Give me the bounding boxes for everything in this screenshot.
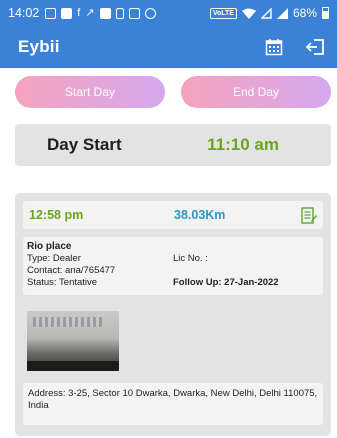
visit-time: 12:58 pm: [29, 208, 84, 222]
app-bar: Eybii: [0, 26, 337, 68]
message-notification-icon: [99, 7, 111, 19]
status-time: 14:02: [8, 6, 40, 20]
app-title: Eybii: [18, 37, 60, 56]
end-day-button[interactable]: End Day: [181, 76, 331, 108]
messenger-notification-icon: ↗: [85, 6, 95, 19]
place-name: Rio place: [27, 241, 72, 252]
system-icons: VoLTE 68%: [209, 6, 329, 20]
contact-info: Contact: ana/765477: [27, 265, 116, 276]
visit-address: Address: 3-25, Sector 10 Dwarka, Dwarka,…: [23, 383, 323, 425]
day-start-panel: Day Start 11:10 am: [15, 124, 331, 166]
license-number: Lic No. :: [173, 253, 208, 264]
place-type: Type: Dealer: [27, 253, 81, 264]
signal-outline-icon: [260, 7, 272, 19]
visit-details: Rio place Type: Dealer Lic No. : Contact…: [23, 237, 323, 295]
start-day-button[interactable]: Start Day: [15, 76, 165, 108]
mail-notification-icon: [128, 7, 140, 19]
calendar-icon[interactable]: [265, 38, 283, 56]
visit-photo[interactable]: [27, 311, 119, 371]
logout-icon[interactable]: [305, 38, 325, 56]
follow-up-date: Follow Up: 27-Jan-2022: [173, 277, 279, 288]
visit-header: 12:58 pm 38.03Km: [23, 201, 323, 229]
day-start-time: 11:10 am: [207, 135, 279, 154]
visit-card[interactable]: 12:58 pm 38.03Km Rio place Type: Dealer …: [15, 193, 331, 436]
notes-icon[interactable]: [301, 206, 317, 224]
sim-notification-icon: [115, 7, 124, 19]
battery-percent: 68%: [292, 6, 317, 20]
gallery-notification-icon: [45, 7, 57, 19]
facebook-notification-icon: f: [77, 6, 81, 19]
wifi-icon: [241, 8, 256, 19]
status-bar: 14:02 f ↗ VoLTE 68%: [0, 0, 337, 26]
visit-status: Status: Tentative: [27, 277, 98, 288]
day-start-label: Day Start: [47, 135, 122, 154]
visit-distance: 38.03Km: [174, 208, 226, 222]
app-notification-icon: [61, 7, 73, 19]
signal-icon: [276, 7, 288, 19]
sync-notification-icon: [144, 7, 156, 19]
battery-icon: [322, 7, 329, 19]
notification-icons: f ↗: [45, 6, 156, 19]
volte-icon: VoLTE: [209, 7, 237, 19]
